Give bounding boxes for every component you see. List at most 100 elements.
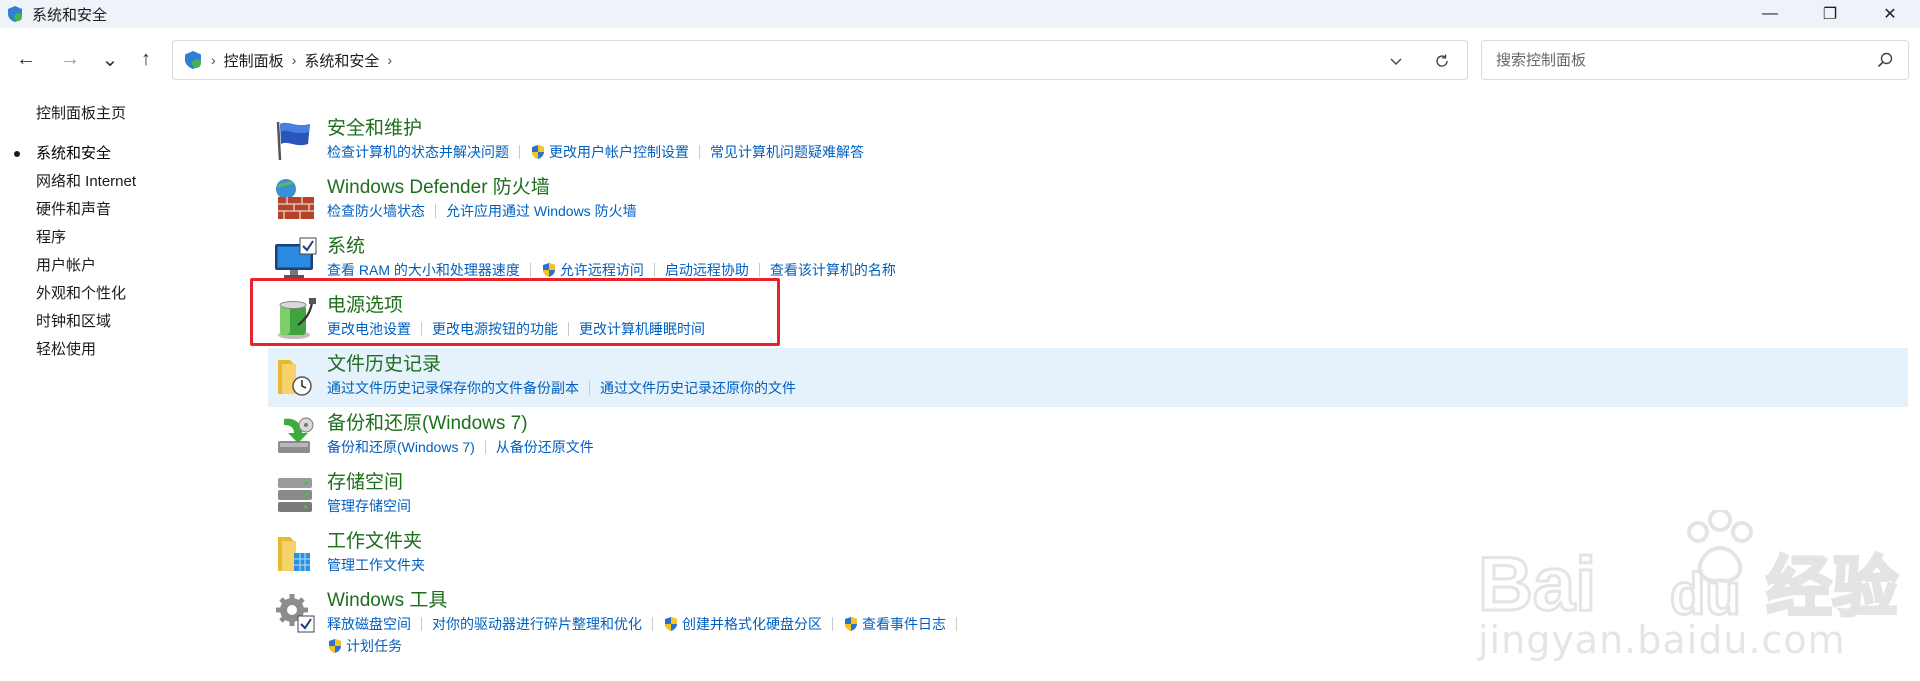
link-troubleshoot[interactable]: 常见计算机问题疑难解答 [710, 142, 864, 162]
category-title[interactable]: Windows 工具 [327, 584, 1908, 614]
link-manage-storage[interactable]: 管理存储空间 [327, 496, 411, 516]
link-separator [653, 263, 655, 277]
link-backup-restore[interactable]: 备份和还原(Windows 7) [327, 437, 475, 457]
flag-icon [276, 121, 310, 161]
link-sleep-time[interactable]: 更改计算机睡眠时间 [579, 319, 705, 339]
link-firewall-status[interactable]: 检查防火墙状态 [327, 201, 425, 221]
category-file-history[interactable]: 文件历史记录 通过文件历史记录保存你的文件备份副本 通过文件历史记录还原你的文件 [268, 348, 1908, 407]
link-remote-assistance[interactable]: 启动远程协助 [665, 260, 749, 280]
category-backup-restore: 备份和还原(Windows 7) 备份和还原(Windows 7) 从备份还原文… [268, 407, 1908, 466]
refresh-button[interactable] [1431, 50, 1453, 72]
link-separator [421, 322, 422, 336]
link-label: 计划任务 [346, 638, 402, 654]
address-dropdown-button[interactable] [1385, 50, 1407, 72]
link-label: 查看事件日志 [862, 616, 946, 632]
link-restore-files[interactable]: 通过文件历史记录还原你的文件 [600, 378, 796, 398]
link-separator [652, 617, 653, 631]
category-links-extra: 计划任务 [327, 636, 1908, 656]
link-separator [758, 263, 760, 277]
category-firewall: Windows Defender 防火墙 检查防火墙状态 允许应用通过 Wind… [268, 171, 1908, 230]
battery-icon [278, 298, 316, 339]
category-windows-tools: Windows 工具 释放磁盘空间 对你的驱动器进行碎片整理和优化 创建并格式化… [268, 584, 1908, 654]
link-allow-app[interactable]: 允许应用通过 Windows 防火墙 [446, 201, 637, 221]
firewall-icon [276, 179, 314, 219]
uac-shield-icon [532, 145, 544, 159]
link-scheduled-tasks[interactable]: 计划任务 [327, 636, 402, 656]
leftnav-item-label: 系统和安全 [36, 145, 112, 162]
link-separator [568, 322, 569, 336]
link-separator [519, 145, 520, 159]
leftnav-item-ease-of-access[interactable]: 轻松使用 [0, 336, 250, 364]
chevron-right-icon[interactable]: › [292, 52, 297, 68]
leftnav-item-clock-region[interactable]: 时钟和区域 [0, 308, 250, 336]
link-power-button[interactable]: 更改电源按钮的功能 [432, 319, 558, 339]
file-history-icon [278, 360, 312, 396]
link-free-disk-space[interactable]: 释放磁盘空间 [327, 614, 411, 634]
link-separator [435, 204, 436, 218]
search-icon[interactable] [1876, 51, 1894, 69]
category-title[interactable]: 存储空间 [327, 466, 1908, 496]
search-input[interactable] [1494, 50, 1854, 70]
link-save-backup[interactable]: 通过文件历史记录保存你的文件备份副本 [327, 378, 579, 398]
search-box[interactable] [1481, 40, 1909, 80]
refresh-icon [1436, 54, 1448, 67]
category-title[interactable]: 工作文件夹 [327, 525, 1908, 555]
category-title[interactable]: 电源选项 [327, 289, 1908, 319]
navigation-bar: ← → ⌄ ↑ › 控制面板 › 系统和安全 › [0, 28, 1920, 90]
category-title[interactable]: 备份和还原(Windows 7) [327, 407, 1908, 437]
monitor-icon [275, 237, 317, 278]
back-button[interactable]: ← [12, 47, 40, 71]
link-disk-partitions[interactable]: 创建并格式化硬盘分区 [663, 614, 822, 634]
close-button[interactable]: ✕ [1860, 0, 1920, 28]
leftnav-home[interactable]: 控制面板主页 [0, 100, 250, 128]
restore-button[interactable]: ❐ [1800, 0, 1860, 28]
category-system: 系统 查看 RAM 的大小和处理器速度 允许远程访问 启动远程协助 查看该计算机… [268, 230, 1908, 289]
category-title[interactable]: Windows Defender 防火墙 [327, 171, 1908, 201]
category-work-folders: 工作文件夹 管理工作文件夹 [268, 525, 1908, 584]
category-links: 释放磁盘空间 对你的驱动器进行碎片整理和优化 创建并格式化硬盘分区 查看事件日志 [327, 614, 1908, 634]
forward-button[interactable]: → [56, 47, 84, 71]
category-title[interactable]: 文件历史记录 [327, 348, 1908, 378]
link-separator [832, 617, 833, 631]
control-panel-icon [8, 6, 22, 22]
link-event-logs[interactable]: 查看事件日志 [843, 614, 946, 634]
up-button[interactable]: ↑ [132, 47, 160, 71]
category-links: 备份和还原(Windows 7) 从备份还原文件 [327, 437, 1908, 457]
category-links: 管理工作文件夹 [327, 555, 1908, 575]
uac-shield-icon [845, 617, 857, 631]
minimize-button[interactable]: — [1740, 0, 1800, 28]
breadcrumb-system-security[interactable]: 系统和安全 [304, 50, 379, 71]
category-title[interactable]: 安全和维护 [327, 112, 1908, 142]
recent-locations-button[interactable]: ⌄ [96, 47, 124, 71]
link-view-ram[interactable]: 查看 RAM 的大小和处理器速度 [327, 260, 520, 280]
leftnav-item-network[interactable]: 网络和 Internet [0, 168, 250, 196]
category-links: 通过文件历史记录保存你的文件备份副本 通过文件历史记录还原你的文件 [327, 378, 1908, 398]
leftnav-item-system-security[interactable]: 系统和安全 [0, 140, 250, 168]
link-restore-from-backup[interactable]: 从备份还原文件 [496, 437, 594, 457]
link-battery-settings[interactable]: 更改电池设置 [327, 319, 411, 339]
uac-shield-icon [542, 263, 555, 277]
link-computer-name[interactable]: 查看该计算机的名称 [770, 260, 896, 280]
chevron-right-icon: › [211, 52, 216, 68]
link-separator [484, 440, 486, 454]
leftnav-item-appearance[interactable]: 外观和个性化 [0, 280, 250, 308]
breadcrumb-control-panel[interactable]: 控制面板 [224, 50, 284, 71]
chevron-down-icon [1390, 58, 1402, 65]
link-uac-settings[interactable]: 更改用户帐户控制设置 [530, 142, 689, 162]
current-page-bullet [14, 151, 20, 157]
leftnav-item-user-accounts[interactable]: 用户帐户 [0, 252, 250, 280]
link-remote-access[interactable]: 允许远程访问 [541, 260, 644, 280]
category-title[interactable]: 系统 [327, 230, 1908, 260]
left-navigation: 控制面板主页 系统和安全 网络和 Internet 硬件和声音 程序 用户帐户 … [0, 100, 250, 364]
leftnav-item-hardware-sound[interactable]: 硬件和声音 [0, 196, 250, 224]
window-title: 系统和安全 [32, 6, 108, 24]
chevron-right-icon[interactable]: › [387, 52, 392, 68]
address-bar[interactable]: › 控制面板 › 系统和安全 › [172, 40, 1468, 80]
link-check-status[interactable]: 检查计算机的状态并解决问题 [327, 142, 509, 162]
link-defragment[interactable]: 对你的驱动器进行碎片整理和优化 [432, 614, 642, 634]
category-links: 检查计算机的状态并解决问题 更改用户帐户控制设置 常见计算机问题疑难解答 [327, 142, 1908, 162]
leftnav-item-programs[interactable]: 程序 [0, 224, 250, 252]
link-label: 允许远程访问 [559, 262, 644, 278]
link-manage-work-folders[interactable]: 管理工作文件夹 [327, 555, 425, 575]
title-bar: 系统和安全 — ❐ ✕ [0, 0, 1920, 28]
